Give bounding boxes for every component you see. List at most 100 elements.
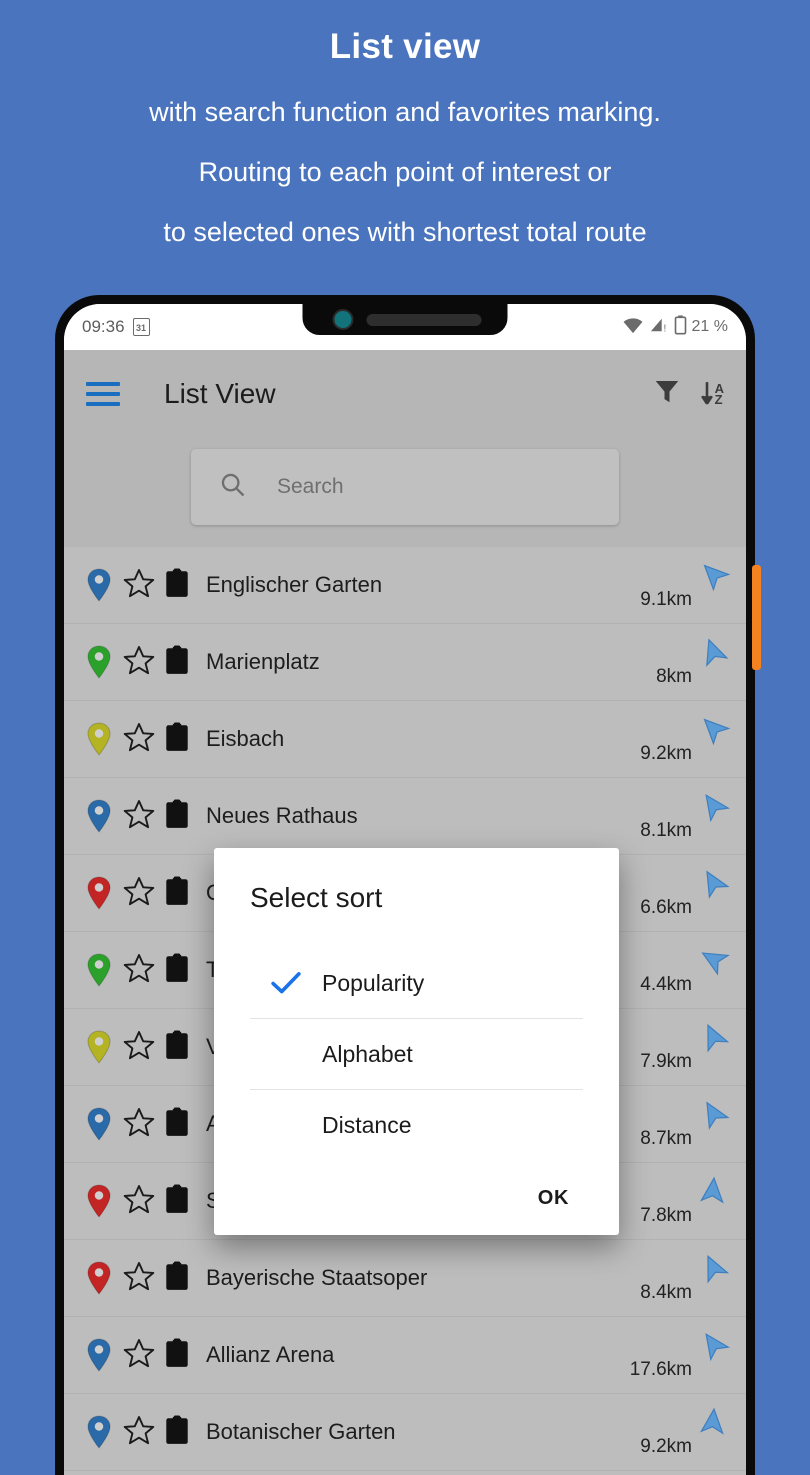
map-pin-icon[interactable] [86,1338,112,1372]
star-outline-icon[interactable] [122,567,156,604]
clipboard-icon[interactable] [164,722,190,757]
power-button[interactable] [752,565,761,670]
status-bar-right: ! 21 % [622,314,728,340]
map-pin-icon[interactable] [86,722,112,756]
clipboard-icon[interactable] [164,953,190,988]
star-outline-icon[interactable] [122,644,156,681]
clipboard-icon[interactable] [164,1415,190,1450]
sort-option-label: Popularity [322,969,425,996]
phone-frame: 09:36 31 ! 21 % List View A Z Search Eng… [55,295,761,1475]
navigation-arrow-icon[interactable] [698,1252,730,1287]
clipboard-icon[interactable] [164,568,190,603]
navigation-arrow-icon[interactable] [698,713,731,748]
navigation-arrow-icon[interactable] [698,1021,730,1056]
phone-screen: 09:36 31 ! 21 % List View A Z Search Eng… [64,304,746,1475]
clipboard-icon[interactable] [164,1107,190,1142]
star-outline-icon[interactable] [122,1260,156,1297]
poi-distance: 17.6km [629,1359,692,1380]
svg-text:!: ! [663,323,666,334]
table-row[interactable]: Bayerische Staatsoper 8.4km [64,1240,746,1317]
navigation-arrow-icon[interactable] [698,636,729,671]
navigation-arrow-icon[interactable] [698,1406,728,1441]
poi-distance: 7.9km [640,1051,692,1072]
cell-signal-icon: ! [649,316,669,339]
ok-button[interactable]: OK [532,1186,575,1211]
map-pin-icon[interactable] [86,876,112,910]
dialog-actions: OK [250,1160,583,1217]
sort-az-icon[interactable]: A Z [700,380,724,408]
status-time: 09:36 [82,317,125,336]
map-pin-icon[interactable] [86,568,112,602]
battery-level-label: 21 % [691,318,728,335]
select-sort-dialog: Select sort Popularity Alphabet Distance O… [214,848,619,1235]
table-row[interactable]: Eisbach 9.2km [64,701,746,778]
poi-name: Marienplatz [206,649,320,674]
map-pin-icon[interactable] [86,645,112,679]
star-outline-icon[interactable] [122,1106,156,1143]
table-row[interactable]: Neues Rathaus 8.1km [64,778,746,855]
promo-header: List view with search function and favor… [0,0,810,290]
table-row[interactable]: Englischer Garten 9.1km [64,547,746,624]
check-icon [250,971,322,995]
table-row[interactable]: Botanischer Garten 9.2km [64,1394,746,1471]
front-camera-icon [332,309,354,330]
poi-name: Neues Rathaus [206,803,358,828]
map-pin-icon[interactable] [86,799,112,833]
navigation-arrow-icon[interactable] [698,1175,728,1210]
wifi-icon [622,316,644,339]
clipboard-icon[interactable] [164,1030,190,1065]
navigation-arrow-icon[interactable] [698,1329,731,1364]
dialog-title: Select sort [250,882,383,913]
poi-distance: 7.8km [640,1205,692,1226]
poi-distance: 6.6km [640,897,692,918]
filter-funnel-icon[interactable] [652,376,682,411]
clipboard-icon[interactable] [164,1261,190,1296]
navigation-arrow-icon[interactable] [698,944,730,979]
star-outline-icon[interactable] [122,1029,156,1066]
star-outline-icon[interactable] [122,1337,156,1374]
star-outline-icon[interactable] [122,952,156,989]
star-outline-icon[interactable] [122,1183,156,1220]
map-pin-icon[interactable] [86,1261,112,1295]
sort-options-list[interactable]: Popularity Alphabet Distance [250,948,583,1160]
poi-name: Eisbach [206,726,285,751]
navigation-arrow-icon[interactable] [698,1098,730,1133]
star-outline-icon[interactable] [122,798,156,835]
star-outline-icon[interactable] [122,875,156,912]
table-row[interactable]: Allianz Arena 17.6km [64,1317,746,1394]
hamburger-menu-icon[interactable] [86,381,120,406]
sort-option[interactable]: Distance [250,1090,583,1160]
map-pin-icon[interactable] [86,1030,112,1064]
clipboard-icon[interactable] [164,645,190,680]
status-bar: 09:36 31 ! 21 % [64,304,746,350]
navigation-arrow-icon[interactable] [698,790,731,825]
search-icon [219,471,247,504]
clipboard-icon[interactable] [164,876,190,911]
clipboard-icon[interactable] [164,799,190,834]
sort-option[interactable]: Alphabet [250,1019,583,1090]
navigation-arrow-icon[interactable] [698,559,731,594]
poi-name: Botanischer Garten [206,1419,396,1444]
star-outline-icon[interactable] [122,1414,156,1451]
search-input[interactable]: Search [191,449,619,525]
clipboard-icon[interactable] [164,1338,190,1373]
map-pin-icon[interactable] [86,1107,112,1141]
display-notch [302,304,508,335]
promo-title: List view [329,27,481,66]
search-placeholder: Search [277,475,344,498]
sort-letter-z: Z [714,391,723,407]
poi-distance: 9.2km [640,743,692,764]
clipboard-icon[interactable] [164,1184,190,1219]
poi-distance: 9.1km [640,589,692,610]
sort-option[interactable]: Popularity [250,948,583,1019]
sort-option-label: Alphabet [322,1040,413,1067]
table-row[interactable]: Marienplatz 8km [64,624,746,701]
map-pin-icon[interactable] [86,953,112,987]
battery-icon [674,314,687,340]
map-pin-icon[interactable] [86,1184,112,1218]
navigation-arrow-icon[interactable] [698,867,730,902]
poi-distance: 4.4km [640,974,692,995]
star-outline-icon[interactable] [122,721,156,758]
sort-option-label: Distance [322,1111,412,1138]
poi-name: Allianz Arena [206,1342,335,1367]
